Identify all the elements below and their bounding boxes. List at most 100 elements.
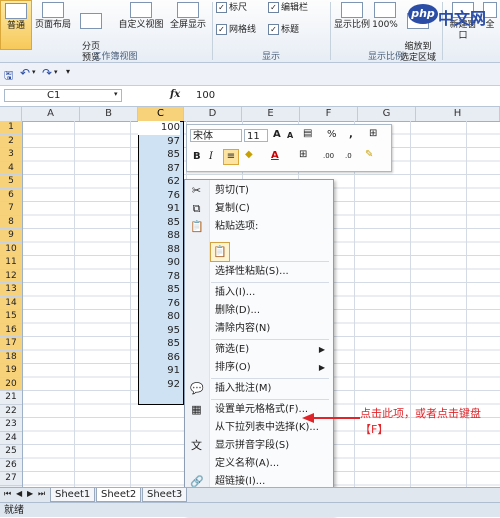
redo-icon[interactable]: ↷ [42, 66, 52, 80]
menu-item[interactable]: 📋 粘贴选项: [185, 218, 333, 236]
font-size-dropdown[interactable]: 11 [244, 129, 268, 142]
row-header[interactable]: 1 [0, 121, 22, 135]
chevron-down-icon[interactable]: ▾ [114, 90, 118, 98]
row-header[interactable]: 27 [0, 472, 22, 486]
table-cell[interactable]: 91 [138, 202, 180, 216]
table-cell[interactable]: 87 [138, 162, 180, 176]
font-color-button[interactable]: A [271, 150, 279, 161]
center-align-icon[interactable]: ≡ [223, 149, 239, 165]
row-header[interactable]: 21 [0, 391, 22, 405]
ruler-checkbox[interactable]: ✓ 标尺 [216, 0, 247, 13]
column-header[interactable]: B [80, 107, 138, 121]
font-name-dropdown[interactable]: 宋体 [190, 129, 242, 142]
gridlines-checkbox[interactable]: ✓ 网格线 [216, 22, 256, 35]
table-cell[interactable]: 80 [138, 310, 180, 324]
menu-item[interactable]: 文 显示拼音字段(S) [185, 437, 333, 455]
column-header[interactable]: F [300, 107, 358, 121]
row-header[interactable]: 18 [0, 350, 22, 364]
menu-item[interactable]: 清除内容(N) [185, 320, 333, 338]
sheet-tab[interactable]: Sheet3 [142, 488, 188, 502]
table-cell[interactable]: 85 [138, 148, 180, 162]
format-painter-icon[interactable]: ▤ [303, 128, 312, 139]
format-brush-icon[interactable]: ✎ [365, 149, 373, 160]
select-all-corner[interactable] [0, 107, 22, 121]
row-header[interactable]: 10 [0, 242, 22, 256]
row-header[interactable]: 3 [0, 148, 22, 162]
shrink-font-button[interactable]: A [287, 131, 293, 140]
first-sheet-icon[interactable]: ⏮ [4, 489, 11, 499]
row-header[interactable]: 7 [0, 202, 22, 216]
page-layout-button[interactable]: 页面布局 [32, 0, 74, 48]
custom-views-button[interactable]: 自定义视图 [116, 0, 166, 48]
page-break-preview-button[interactable]: 分页 预览 [76, 0, 106, 63]
table-cell[interactable]: 90 [138, 256, 180, 270]
column-header[interactable]: H [416, 107, 500, 121]
name-box[interactable]: C1 [4, 89, 122, 102]
merge-cells-icon[interactable]: ⊞ [369, 128, 377, 139]
table-cell[interactable]: 95 [138, 324, 180, 338]
table-cell[interactable]: 85 [138, 216, 180, 230]
table-cell[interactable]: 92 [138, 378, 180, 392]
row-header[interactable]: 24 [0, 432, 22, 445]
row-header[interactable]: 5 [0, 175, 22, 189]
percent-button[interactable]: % [327, 129, 337, 140]
save-icon[interactable]: 🖫 [4, 67, 13, 86]
column-header[interactable]: A [22, 107, 80, 121]
menu-item[interactable]: 插入(I)... [185, 284, 333, 302]
grow-font-button[interactable]: A [273, 129, 281, 140]
customize-toolbar-icon[interactable]: ▾ [66, 67, 70, 76]
menu-item[interactable]: ⧉ 复制(C) [185, 200, 333, 218]
menu-item[interactable]: 排序(O) ▶ [185, 359, 333, 377]
column-header[interactable]: C [138, 107, 184, 121]
row-header[interactable]: 9 [0, 229, 22, 243]
sheet-tab[interactable]: Sheet1 [50, 488, 96, 502]
row-header[interactable]: 17 [0, 337, 22, 351]
zoom-100-button[interactable]: 100% [372, 0, 398, 48]
bold-button[interactable]: B [193, 151, 201, 162]
menu-item[interactable]: 筛选(E) ▶ [185, 341, 333, 359]
menu-item[interactable]: 定义名称(A)... [185, 455, 333, 473]
row-header[interactable]: 20 [0, 377, 22, 391]
paste-option-icon[interactable]: 📋 [210, 242, 230, 262]
last-sheet-icon[interactable]: ⏭ [38, 489, 45, 499]
formula-bar-checkbox[interactable]: ✓ 编辑栏 [268, 0, 308, 13]
menu-item[interactable]: 删除(D)... [185, 302, 333, 320]
table-cell[interactable]: 88 [138, 229, 180, 243]
row-header[interactable]: 26 [0, 459, 22, 472]
menu-item[interactable]: 选择性粘贴(S)... [185, 263, 333, 281]
column-header[interactable]: D [184, 107, 242, 121]
chevron-down-icon[interactable]: ▾ [54, 68, 58, 76]
chevron-down-icon[interactable]: ▾ [32, 68, 36, 76]
column-header[interactable]: G [358, 107, 416, 121]
headings-checkbox[interactable]: ✓ 标题 [268, 22, 299, 35]
table-cell[interactable]: 85 [138, 337, 180, 351]
undo-icon[interactable]: ↶ [20, 66, 30, 80]
sheet-tab[interactable]: Sheet2 [96, 488, 142, 502]
row-header[interactable]: 13 [0, 283, 22, 297]
row-header[interactable]: 2 [0, 134, 22, 148]
table-cell[interactable]: 85 [138, 283, 180, 297]
row-header[interactable]: 19 [0, 364, 22, 378]
row-header[interactable]: 23 [0, 418, 22, 432]
table-cell[interactable]: 88 [138, 243, 180, 257]
table-cell[interactable]: 62 [138, 175, 180, 189]
fill-color-icon[interactable]: ◆ [245, 149, 253, 160]
menu-item[interactable]: ✂ 剪切(T) [185, 182, 333, 200]
comma-button[interactable]: , [349, 129, 353, 140]
full-screen-button[interactable]: 全屏显示 [166, 0, 210, 48]
decrease-decimal-button[interactable]: .0 [345, 152, 352, 160]
row-header[interactable]: 25 [0, 445, 22, 459]
row-header[interactable]: 6 [0, 188, 22, 202]
row-header[interactable]: 8 [0, 215, 22, 229]
menu-item[interactable]: 💬 插入批注(M) [185, 380, 333, 398]
table-cell[interactable]: 97 [138, 135, 180, 149]
table-cell[interactable]: 76 [138, 189, 180, 203]
row-header[interactable]: 22 [0, 405, 22, 418]
row-header[interactable]: 12 [0, 269, 22, 283]
insert-function-icon[interactable]: fx [170, 89, 180, 100]
column-header[interactable]: E [242, 107, 300, 121]
table-cell[interactable]: 76 [138, 297, 180, 311]
formula-input[interactable]: 100 [196, 90, 215, 101]
increase-decimal-button[interactable]: .00 [323, 152, 334, 160]
row-header[interactable]: 16 [0, 323, 22, 337]
